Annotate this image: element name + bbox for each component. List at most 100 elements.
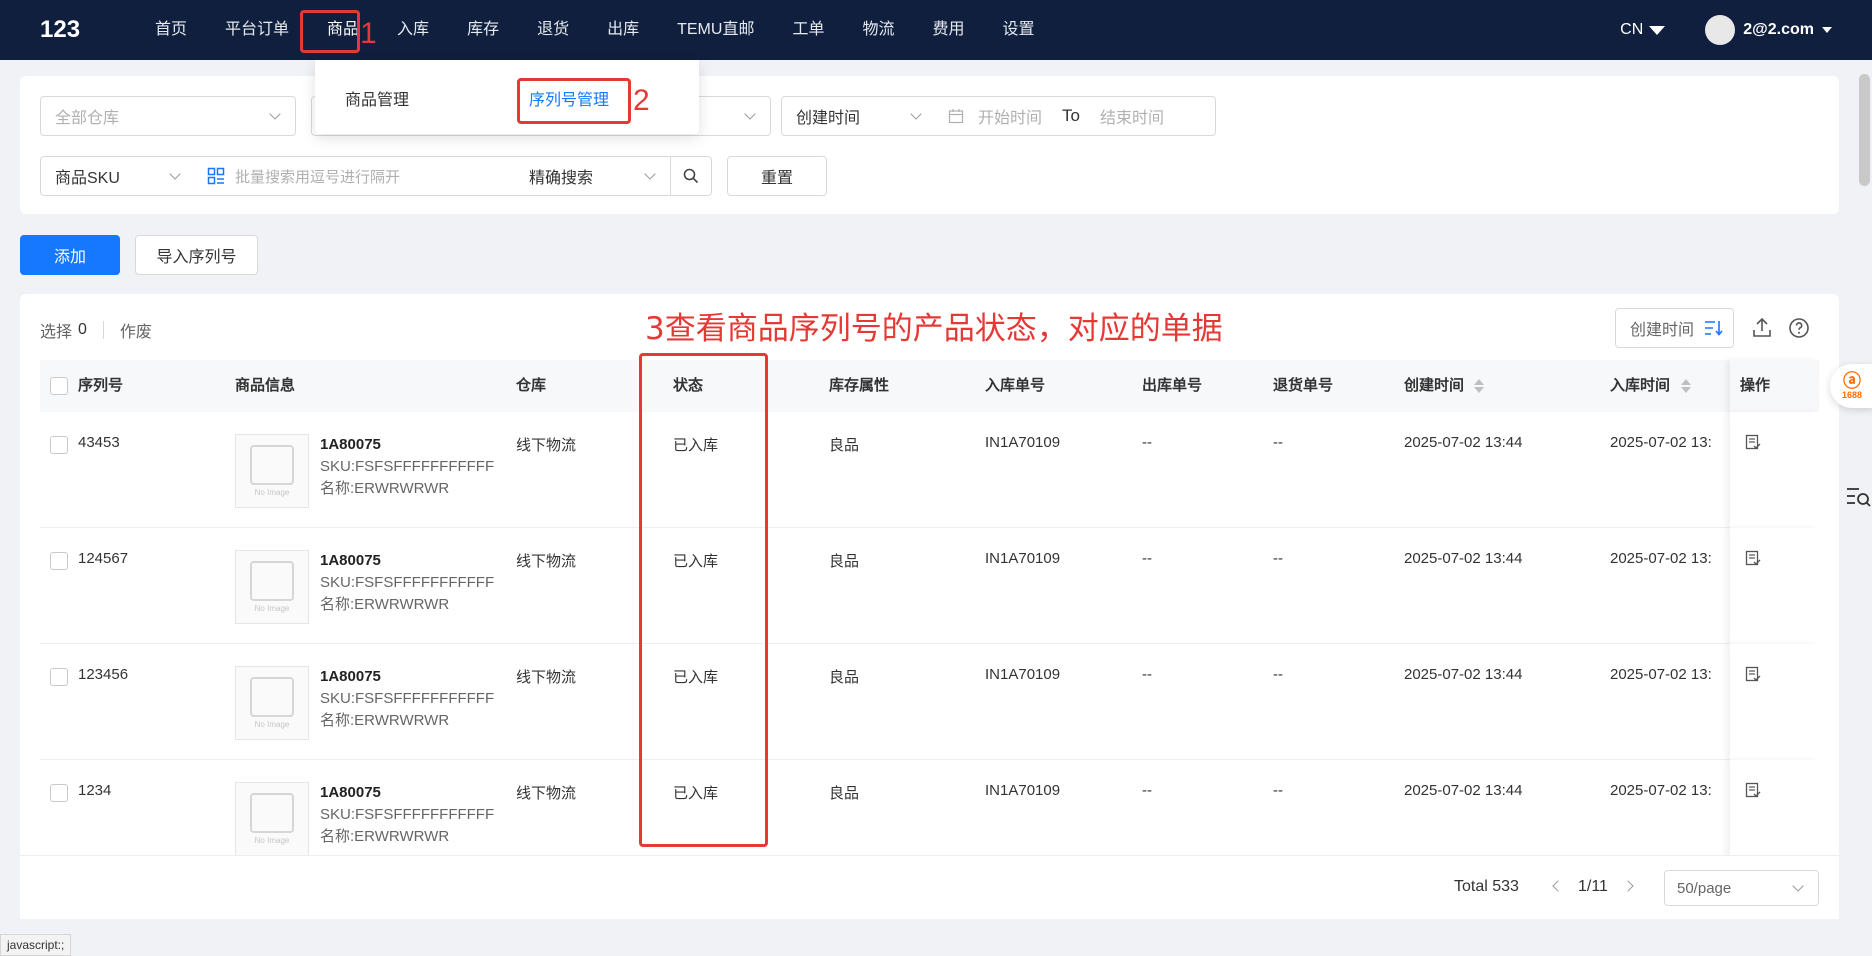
export-icon[interactable]: [1750, 316, 1774, 340]
created-time-cell: 2025-07-02 13:44: [1404, 434, 1523, 451]
actions-cell: [1730, 412, 1819, 528]
actions-cell: [1730, 528, 1819, 644]
outbound-no-cell: --: [1142, 782, 1152, 799]
prev-page-icon[interactable]: [1552, 880, 1564, 892]
nav-item-logistics[interactable]: 物流: [843, 0, 913, 60]
product-info: 1A80075 SKU:FSFSFFFFFFFFFFF 名称:ERWRWRWR: [320, 550, 494, 616]
selection-info: 选择 0 作废: [40, 318, 152, 342]
end-date-input[interactable]: 结束时间: [1100, 104, 1164, 128]
language-switcher[interactable]: CN: [1620, 21, 1666, 39]
nav-item-platform-orders[interactable]: 平台订单: [206, 0, 308, 60]
outbound-no-cell: --: [1142, 434, 1152, 451]
search-field-select[interactable]: 商品SKU: [40, 156, 196, 196]
add-button[interactable]: 添加: [20, 235, 120, 275]
sort-label: 创建时间: [1630, 322, 1695, 339]
warehouse-cell: 线下物流: [516, 553, 577, 570]
product-name: 名称:ERWRWRWR: [320, 480, 450, 497]
created-time-cell: 2025-07-02 13:44: [1404, 550, 1523, 567]
widget-1688[interactable]: ⓐ 1688: [1830, 364, 1872, 408]
col-created-time[interactable]: 创建时间: [1404, 360, 1464, 412]
reset-button[interactable]: 重置: [727, 156, 827, 196]
nav-item-home[interactable]: 首页: [136, 0, 206, 60]
search-placeholder: 批量搜索用逗号进行隔开: [235, 168, 401, 186]
chevron-down-icon: [744, 108, 756, 120]
next-page-icon[interactable]: [1622, 880, 1634, 892]
nav-item-outbound[interactable]: 出库: [588, 0, 658, 60]
table-row: 124567 No Image 1A80075 SKU:FSFSFFFFFFFF…: [40, 528, 1819, 644]
outbound-no-cell: --: [1142, 666, 1152, 683]
batch-search-icon: [207, 167, 225, 185]
selected-count: 0: [78, 321, 87, 338]
inbound-no-cell[interactable]: IN1A70109: [985, 550, 1060, 567]
nav-item-returns[interactable]: 退货: [518, 0, 588, 60]
col-product-info: 商品信息: [235, 377, 296, 394]
col-inbound-time[interactable]: 入库时间: [1610, 360, 1670, 412]
product-image-placeholder: No Image: [235, 434, 309, 508]
sort-toggle-icon[interactable]: [1473, 378, 1485, 394]
user-menu[interactable]: 2@2.com: [1705, 15, 1832, 45]
inbound-no-cell[interactable]: IN1A70109: [985, 782, 1060, 799]
return-no-cell: --: [1273, 434, 1283, 451]
match-mode-value: 精确搜索: [529, 170, 594, 187]
col-serial: 序列号: [78, 377, 124, 394]
inbound-time-cell: 2025-07-02 13:: [1610, 550, 1712, 567]
log-detail-icon[interactable]: [1745, 782, 1761, 798]
serial-number: 1234: [78, 782, 112, 799]
nav-item-tickets[interactable]: 工单: [773, 0, 843, 60]
table-header: 序列号 商品信息 仓库 状态 库存属性 入库单号 出库单号 退货单号 创建时间 …: [40, 360, 1819, 412]
log-detail-icon[interactable]: [1745, 550, 1761, 566]
import-serial-button[interactable]: 导入序列号: [135, 235, 258, 275]
menu-item-product-management[interactable]: 商品管理: [345, 86, 409, 110]
language-label: CN: [1620, 21, 1644, 38]
void-button[interactable]: 作废: [120, 318, 152, 342]
nav-menu: 首页 平台订单 商品 入库 库存 退货 出库 TEMU直邮 工单 物流 费用 设…: [136, 0, 1054, 60]
page-scrollbar[interactable]: [1859, 74, 1870, 186]
row-checkbox[interactable]: [50, 436, 68, 454]
app-logo[interactable]: 123: [40, 16, 136, 44]
log-detail-icon[interactable]: [1745, 666, 1761, 682]
inbound-no-cell[interactable]: IN1A70109: [985, 434, 1060, 451]
product-name: 名称:ERWRWRWR: [320, 596, 450, 613]
brand-1688-icon: ⓐ: [1843, 371, 1861, 391]
date-range-picker[interactable]: 开始时间 To 结束时间: [936, 96, 1216, 136]
warehouse-placeholder: 全部仓库: [55, 110, 120, 127]
chevron-down-icon: [644, 168, 656, 180]
nav-item-settings[interactable]: 设置: [984, 0, 1054, 60]
list-search-icon[interactable]: [1845, 484, 1871, 510]
start-date-input[interactable]: 开始时间: [978, 104, 1042, 128]
warehouse-select[interactable]: 全部仓库: [40, 96, 296, 136]
row-checkbox[interactable]: [50, 784, 68, 802]
row-checkbox[interactable]: [50, 552, 68, 570]
nav-item-inbound[interactable]: 入库: [378, 0, 448, 60]
inbound-no-cell[interactable]: IN1A70109: [985, 666, 1060, 683]
caret-down-icon: [1649, 25, 1666, 35]
inbound-time-cell: 2025-07-02 13:: [1610, 782, 1712, 799]
product-code: 1A80075: [320, 436, 381, 453]
nav-item-inventory[interactable]: 库存: [448, 0, 518, 60]
row-checkbox[interactable]: [50, 668, 68, 686]
page-size-select[interactable]: 50/page: [1664, 870, 1819, 906]
log-detail-icon[interactable]: [1745, 434, 1761, 450]
nav-item-temu-direct[interactable]: TEMU直邮: [658, 0, 773, 60]
product-name: 名称:ERWRWRWR: [320, 828, 450, 845]
brand-1688-label: 1688: [1841, 390, 1863, 400]
time-type-value: 创建时间: [796, 110, 861, 127]
chevron-down-icon: [269, 108, 281, 120]
stock-attr-cell: 良品: [829, 669, 860, 686]
table-row: 123456 No Image 1A80075 SKU:FSFSFFFFFFFF…: [40, 644, 1819, 760]
sort-toggle-icon[interactable]: [1680, 378, 1692, 394]
chevron-down-icon: [169, 168, 181, 180]
search-input[interactable]: 批量搜索用逗号进行隔开: [195, 156, 516, 196]
col-stock-attr: 库存属性: [829, 377, 890, 394]
sort-button[interactable]: 创建时间: [1615, 308, 1734, 348]
time-type-select[interactable]: 创建时间: [781, 96, 937, 136]
chevron-down-icon: [1792, 880, 1804, 892]
nav-item-fees[interactable]: 费用: [913, 0, 983, 60]
match-mode-select[interactable]: 精确搜索: [515, 156, 671, 196]
calendar-icon: [948, 109, 964, 124]
product-info: 1A80075 SKU:FSFSFFFFFFFFFFF 名称:ERWRWRWR: [320, 782, 494, 848]
select-all-checkbox[interactable]: [50, 377, 68, 395]
selected-label: 选择: [40, 324, 73, 341]
help-icon[interactable]: [1787, 316, 1811, 340]
search-button[interactable]: [670, 156, 712, 196]
